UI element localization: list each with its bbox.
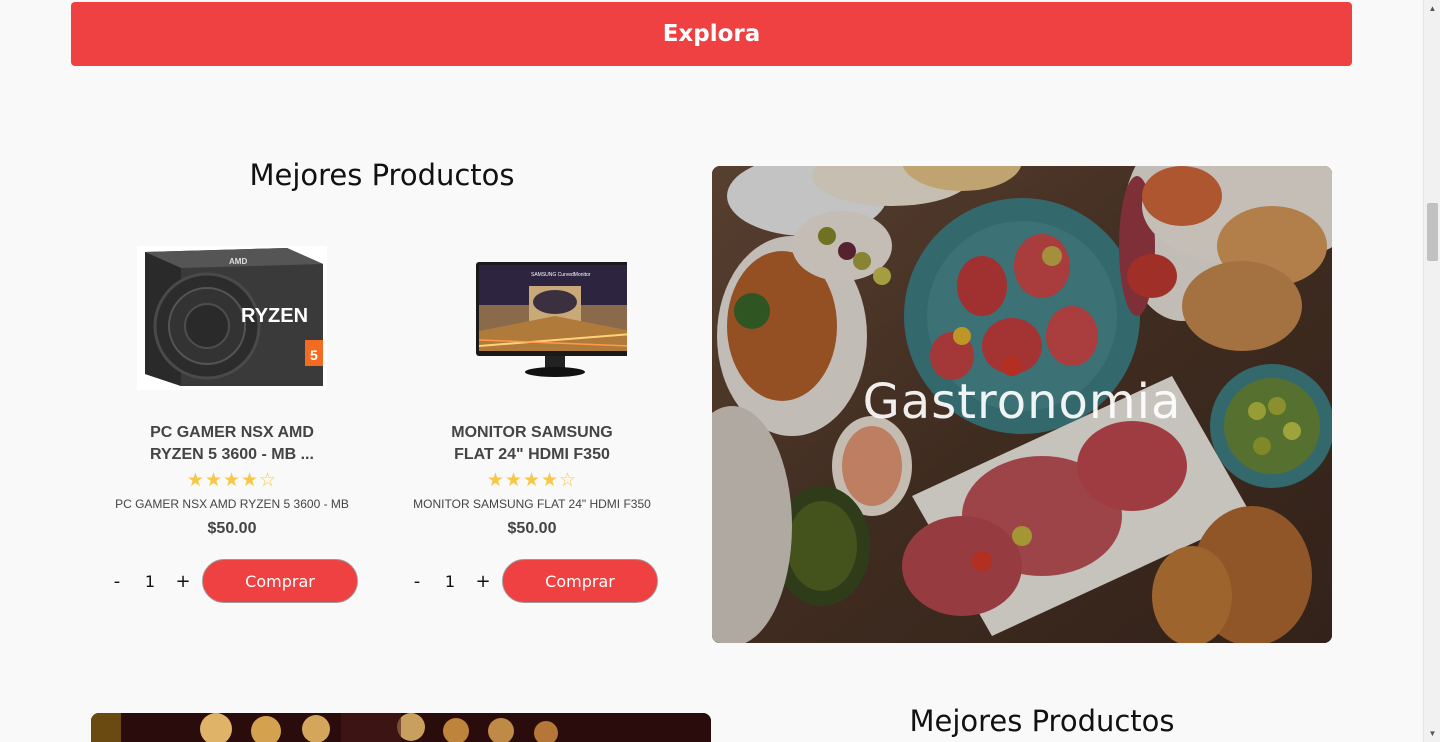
increment-button[interactable]: + — [471, 571, 495, 592]
amd-logo-text: AMD — [229, 257, 247, 266]
ryzen-logo-text: RYZEN — [241, 305, 308, 327]
concert-image-card[interactable] — [91, 713, 711, 742]
rating-stars: ★★★★☆ — [186, 470, 278, 491]
product-description: MONITOR SAMSUNG FLAT 24" HDMI F350 — [413, 497, 651, 511]
section-title: Mejores Productos — [249, 158, 515, 192]
product-price: $50.00 — [507, 520, 557, 537]
monitor-screen-text: SAMSUNG CurvedMonitor — [531, 272, 591, 278]
concert-lights-image — [91, 713, 711, 742]
category-card-gastronomia[interactable]: Gastronomia — [712, 166, 1332, 643]
product-name[interactable]: PC GAMER NSX AMD RYZEN 5 3600 - MB ... — [102, 422, 362, 466]
explore-button[interactable]: Explora — [71, 2, 1352, 66]
quantity-stepper: - 1 + Comprar — [105, 559, 358, 603]
quantity-value[interactable]: 1 — [429, 572, 471, 591]
product-name[interactable]: MONITOR SAMSUNG FLAT 24" HDMI F350 — [402, 422, 662, 466]
scroll-up-arrow-icon[interactable]: ▲ — [1424, 0, 1440, 17]
page-scrollbar[interactable]: ▲ ▼ — [1423, 0, 1440, 742]
product-description: PC GAMER NSX AMD RYZEN 5 3600 - MB — [115, 497, 349, 511]
product-image-monitor[interactable]: SAMSUNG CurvedMonitor — [437, 246, 634, 390]
rating-stars: ★★★★☆ — [486, 470, 578, 491]
scrollbar-thumb[interactable] — [1427, 203, 1438, 261]
product-card: RYZEN AMD 5 PC GAMER NSX AMD RYZEN 5 360… — [102, 246, 362, 542]
scroll-down-arrow-icon[interactable]: ▼ — [1424, 725, 1440, 742]
quantity-value[interactable]: 1 — [129, 572, 171, 591]
ryzen-tier-number: 5 — [310, 347, 318, 363]
product-price: $50.00 — [207, 520, 257, 537]
quantity-stepper: - 1 + Comprar — [405, 559, 658, 603]
increment-button[interactable]: + — [171, 571, 195, 592]
product-card: SAMSUNG CurvedMonitor MONITOR SAMSUNG FL… — [402, 246, 662, 542]
buy-button[interactable]: Comprar — [502, 559, 658, 603]
product-image-ryzen[interactable]: RYZEN AMD 5 — [137, 246, 327, 390]
buy-button[interactable]: Comprar — [202, 559, 358, 603]
section-title: Mejores Productos — [909, 704, 1175, 738]
category-label: Gastronomia — [862, 374, 1182, 430]
decrement-button[interactable]: - — [405, 571, 429, 592]
decrement-button[interactable]: - — [105, 571, 129, 592]
